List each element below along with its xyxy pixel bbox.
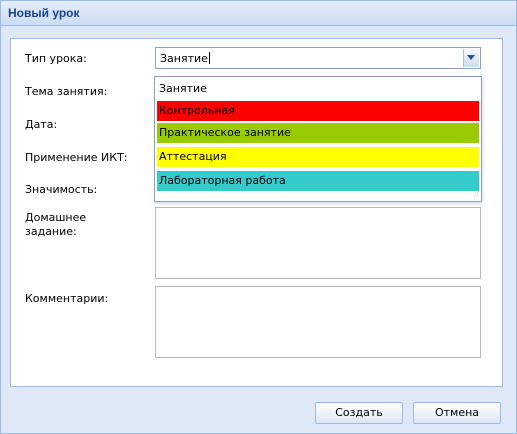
significance-label: Значимость: <box>25 183 98 196</box>
lesson-type-combo[interactable]: Занятие <box>155 47 481 69</box>
topic-label: Тема занятия: <box>25 85 108 98</box>
lesson-type-label: Тип урока: <box>25 52 87 65</box>
lesson-type-dropdown-list: Занятие Контрольная Практическое занятие… <box>154 76 482 202</box>
create-button[interactable]: Создать <box>315 402 403 424</box>
dialog-titlebar[interactable]: Новый урок <box>1 1 516 26</box>
homework-label-line2: задание: <box>25 225 77 238</box>
chevron-down-icon <box>467 55 475 60</box>
resize-grip-icon[interactable]: ⁝⁝ <box>474 191 479 199</box>
cancel-button[interactable]: Отмена <box>413 402 501 424</box>
new-lesson-dialog: Новый урок Тип урока: Занятие Тема занят… <box>0 0 517 434</box>
combo-trigger-button[interactable] <box>463 49 479 67</box>
option-practical[interactable]: Практическое занятие <box>157 123 479 143</box>
date-label: Дата: <box>25 118 58 131</box>
homework-label-line1: Домашнее <box>25 211 87 224</box>
homework-textarea[interactable] <box>155 207 481 279</box>
option-attestation[interactable]: Аттестация <box>157 147 479 167</box>
lesson-type-input[interactable]: Занятие <box>160 52 210 65</box>
text-caret <box>208 52 210 64</box>
comments-label: Комментарии: <box>25 292 109 305</box>
option-test[interactable]: Контрольная <box>157 101 479 121</box>
option-lab-work[interactable]: Лабораторная работа <box>157 171 479 191</box>
ict-label: Применение ИКТ: <box>25 151 128 164</box>
dialog-title: Новый урок <box>8 6 80 20</box>
option-lesson[interactable]: Занятие <box>157 79 479 99</box>
comments-textarea[interactable] <box>155 286 481 358</box>
